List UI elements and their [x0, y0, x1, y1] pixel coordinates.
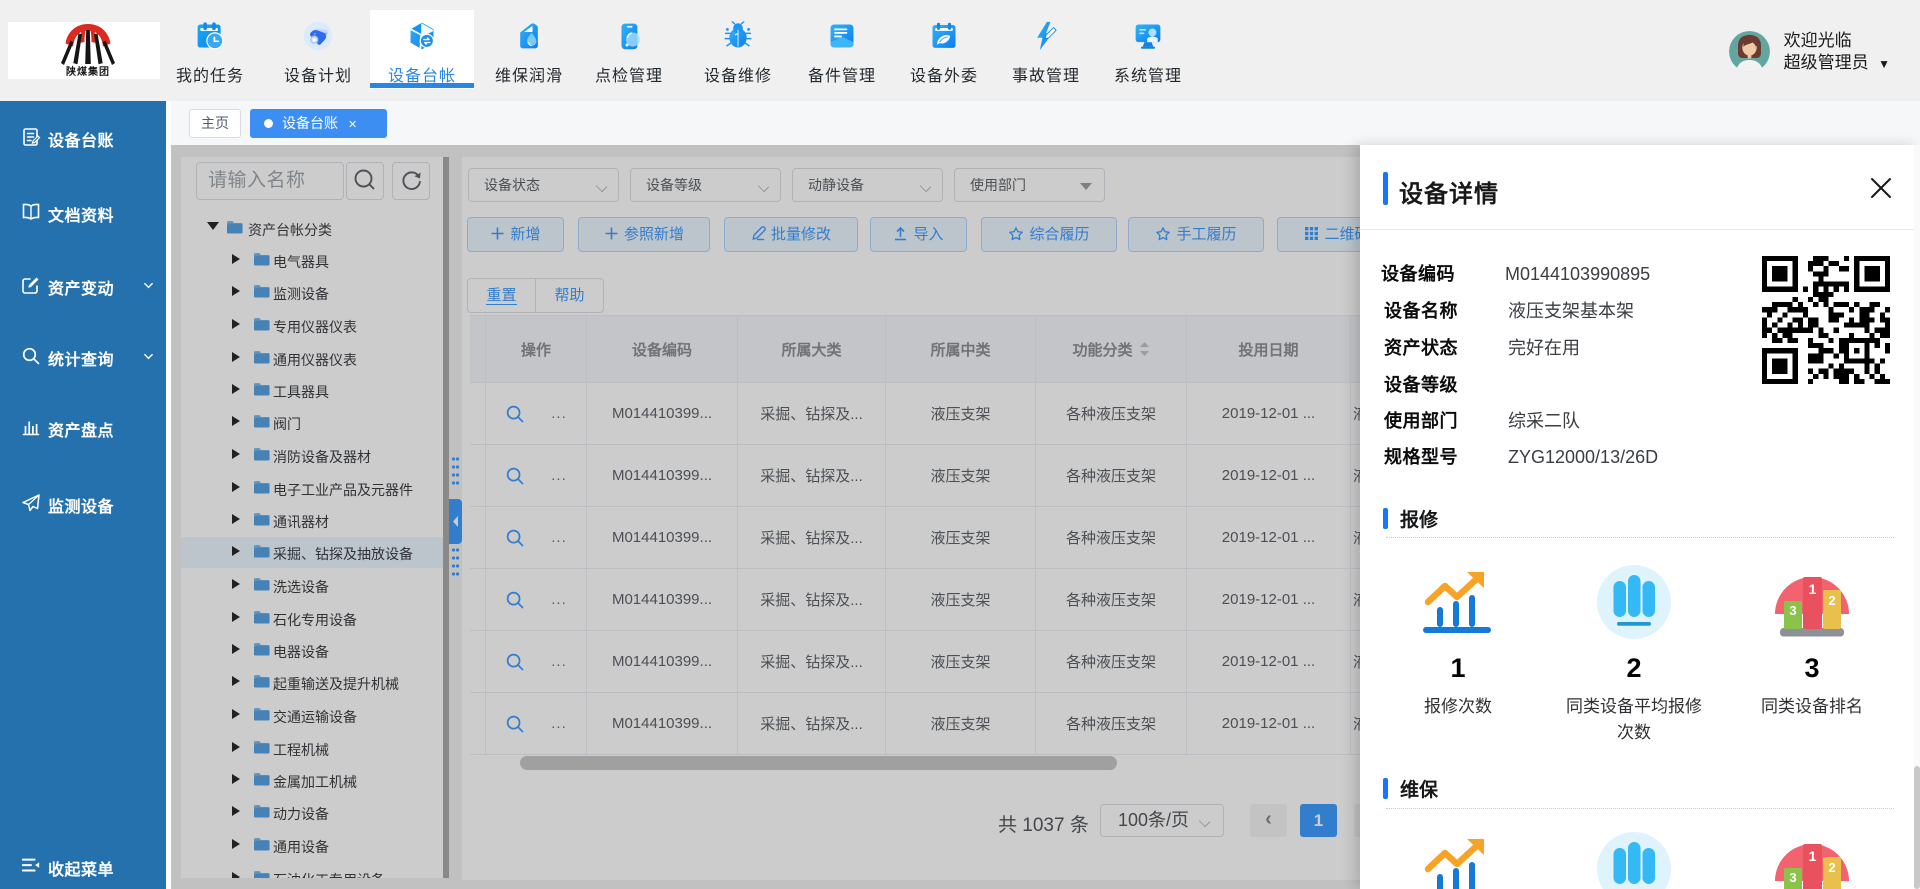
svg-text:3: 3: [1789, 870, 1796, 885]
svg-text:2: 2: [1828, 860, 1835, 875]
svg-text:陕煤集团: 陕煤集团: [66, 65, 110, 78]
svg-text:1: 1: [1809, 848, 1817, 864]
svg-text:3: 3: [1789, 603, 1796, 618]
svg-text:1: 1: [1809, 581, 1817, 597]
svg-text:2: 2: [1828, 593, 1835, 608]
